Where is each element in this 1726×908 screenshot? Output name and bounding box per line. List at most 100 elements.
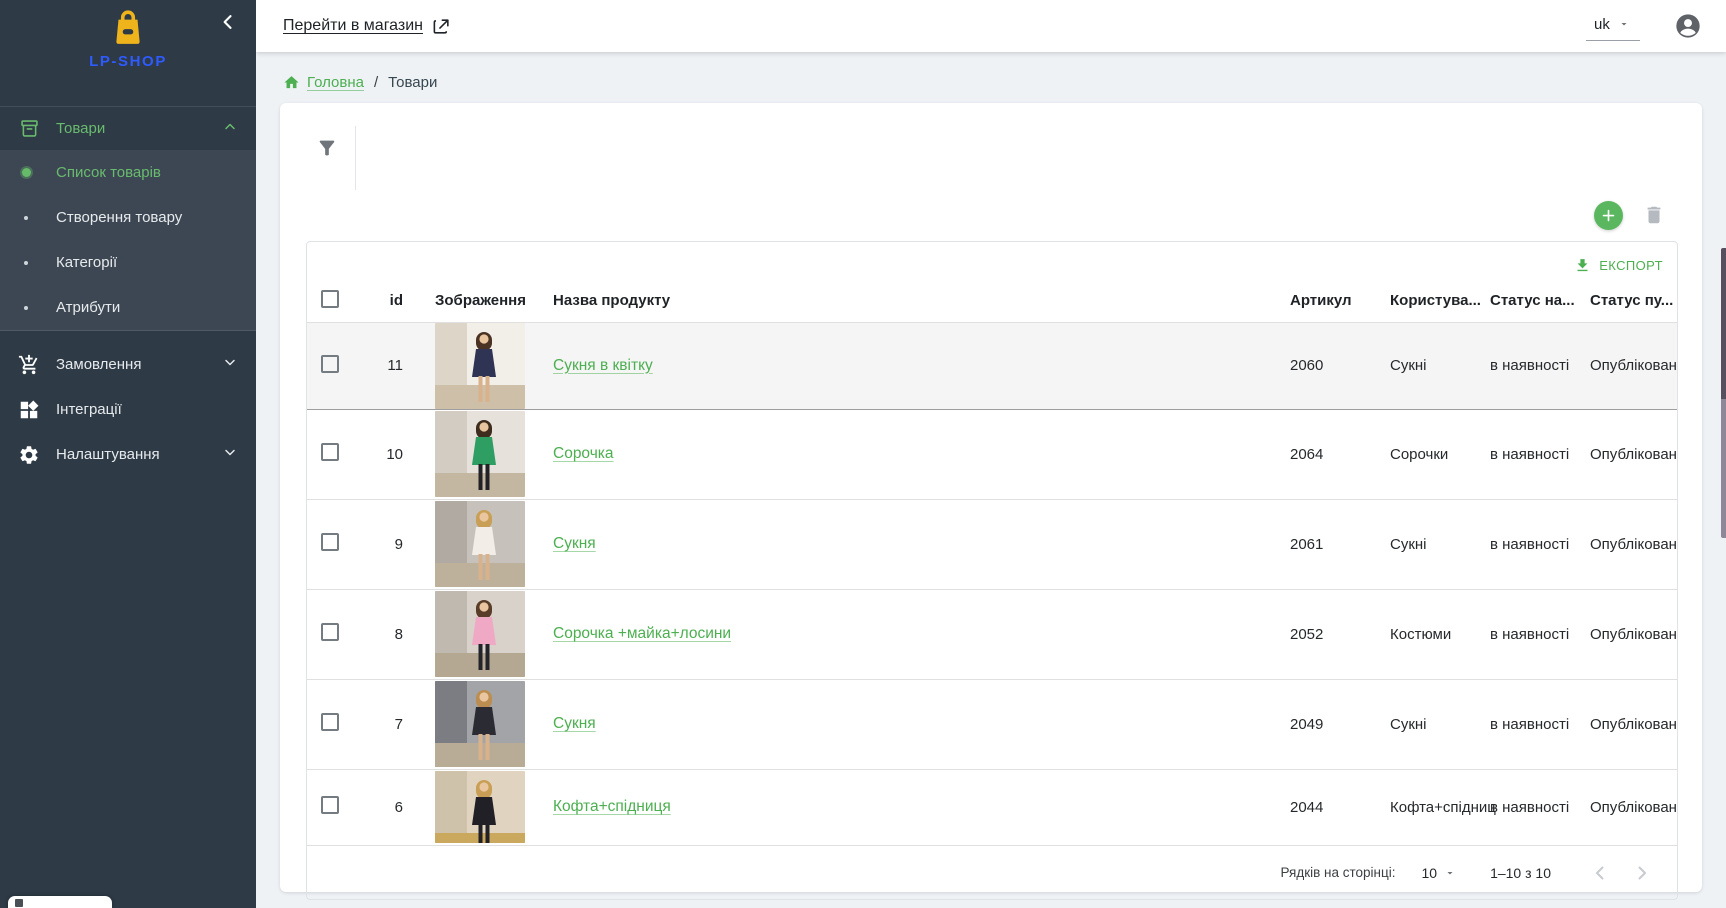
cell-id: 8 bbox=[357, 589, 419, 679]
breadcrumb: Головна / Товари bbox=[256, 52, 1726, 96]
cell-stock-status: в наявності bbox=[1490, 322, 1590, 409]
cell-publish-status: Опубліковано bbox=[1590, 769, 1678, 845]
product-photo[interactable] bbox=[435, 411, 525, 497]
product-name-link[interactable]: Сорочка bbox=[553, 445, 614, 462]
scrollbar-thumb[interactable] bbox=[1721, 248, 1726, 538]
sidebar-item-label: Список товарів bbox=[56, 164, 161, 181]
next-page-button[interactable] bbox=[1621, 861, 1663, 885]
prev-page-button[interactable] bbox=[1579, 861, 1621, 885]
delete-button[interactable] bbox=[1643, 204, 1665, 226]
product-photo[interactable] bbox=[435, 323, 525, 409]
row-checkbox[interactable] bbox=[321, 713, 339, 731]
cell-user-category: Костюми bbox=[1390, 589, 1490, 679]
account-circle-icon bbox=[1674, 12, 1702, 40]
export-button[interactable]: ЕКСПОРТ bbox=[1574, 257, 1663, 274]
breadcrumb-current: Товари bbox=[388, 74, 437, 91]
rows-per-page-value: 10 bbox=[1422, 865, 1438, 881]
language-select[interactable]: uk bbox=[1586, 12, 1640, 41]
shop-bag-logo-icon bbox=[109, 8, 147, 46]
logo-text: LP-SHOP bbox=[0, 53, 256, 70]
store-link[interactable]: Перейти в магазин bbox=[283, 17, 451, 36]
cell-publish-status: Опубліковано bbox=[1590, 409, 1678, 499]
external-link-icon bbox=[432, 17, 451, 36]
product-photo[interactable] bbox=[435, 681, 525, 767]
row-checkbox[interactable] bbox=[321, 443, 339, 461]
cell-stock-status: в наявності bbox=[1490, 589, 1590, 679]
sidebar-item-product-create[interactable]: Створення товару bbox=[0, 195, 256, 240]
product-name-link[interactable]: Кофта+спідниця bbox=[553, 798, 671, 815]
table-row[interactable]: 9 Сукня 2061 Сукні в наявності Опубліков… bbox=[307, 499, 1678, 589]
trash-icon bbox=[1643, 204, 1665, 226]
sidebar-item-label: Інтеграції bbox=[56, 401, 122, 418]
product-name-link[interactable]: Сукня в квітку bbox=[553, 357, 653, 374]
cart-plus-icon bbox=[18, 354, 40, 376]
sidebar-item-settings[interactable]: Налаштування bbox=[0, 432, 256, 477]
actions-row bbox=[280, 189, 1702, 241]
breadcrumb-home-link[interactable]: Головна bbox=[307, 74, 364, 91]
cell-publish-status: Опубліковано bbox=[1590, 499, 1678, 589]
product-name-link[interactable]: Сукня bbox=[553, 535, 596, 552]
dot-icon bbox=[21, 261, 31, 265]
table-row[interactable]: 7 Сукня 2049 Сукні в наявності Опубліков… bbox=[307, 679, 1678, 769]
table-row[interactable]: 10 Сорочка 2064 Сорочки в наявності Опуб… bbox=[307, 409, 1678, 499]
breadcrumb-separator: / bbox=[374, 74, 378, 91]
row-checkbox[interactable] bbox=[321, 355, 339, 373]
product-photo[interactable] bbox=[435, 771, 525, 843]
user-menu-button[interactable] bbox=[1674, 12, 1702, 40]
products-box-icon bbox=[18, 118, 40, 140]
filter-icon[interactable] bbox=[316, 137, 338, 162]
sidebar-item-label: Створення товару bbox=[56, 209, 182, 226]
row-checkbox[interactable] bbox=[321, 623, 339, 641]
caret-down-icon bbox=[1444, 867, 1456, 879]
sidebar-item-orders[interactable]: Замовлення bbox=[0, 342, 256, 387]
product-photo[interactable] bbox=[435, 501, 525, 587]
products-table: id Зображення Назва продукту Артикул Кор… bbox=[307, 280, 1678, 845]
sidebar-item-products[interactable]: Товари bbox=[0, 106, 256, 150]
dot-icon bbox=[21, 216, 31, 220]
app-root: LP-SHOP Товари Список товарів Ст bbox=[0, 0, 1726, 908]
plus-icon bbox=[1601, 208, 1616, 223]
row-checkbox[interactable] bbox=[321, 796, 339, 814]
rows-per-page-select[interactable]: 10 bbox=[1422, 865, 1457, 881]
sidebar-collapse-button[interactable] bbox=[214, 8, 242, 39]
table-row[interactable]: 11 Сукня в квітку 2060 Сукні в наявності… bbox=[307, 322, 1678, 409]
language-value: uk bbox=[1594, 16, 1610, 33]
sidebar: LP-SHOP Товари Список товарів Ст bbox=[0, 0, 256, 908]
table-row[interactable]: 6 Кофта+спідниця 2044 Кофта+спідниц в на… bbox=[307, 769, 1678, 845]
table-header-row: id Зображення Назва продукту Артикул Кор… bbox=[307, 280, 1678, 322]
chevron-down-icon bbox=[222, 444, 238, 465]
store-link-label: Перейти в магазин bbox=[283, 17, 423, 35]
cell-stock-status: в наявності bbox=[1490, 769, 1590, 845]
sidebar-item-product-list[interactable]: Список товарів bbox=[0, 150, 256, 195]
add-product-button[interactable] bbox=[1594, 201, 1623, 230]
row-checkbox[interactable] bbox=[321, 533, 339, 551]
active-dot-icon bbox=[21, 168, 31, 177]
select-all-checkbox[interactable] bbox=[321, 290, 339, 308]
product-photo[interactable] bbox=[435, 591, 525, 677]
sidebar-item-attributes[interactable]: Атрибути bbox=[0, 285, 256, 330]
product-name-link[interactable]: Сукня bbox=[553, 715, 596, 732]
product-name-link[interactable]: Сорочка +майка+лосини bbox=[553, 625, 731, 642]
gear-icon bbox=[18, 444, 40, 466]
sidebar-nav: Товари Список товарів Створення товару К… bbox=[0, 106, 256, 477]
header-stock: Статус на... bbox=[1490, 280, 1590, 322]
chevron-left-icon bbox=[218, 12, 238, 32]
dot-icon bbox=[21, 306, 31, 310]
products-card: ЕКСПОРТ id Зображення Назва продукту bbox=[280, 103, 1702, 892]
cell-id: 6 bbox=[357, 769, 419, 845]
product-table-body: 11 Сукня в квітку 2060 Сукні в наявності… bbox=[307, 322, 1678, 845]
topbar: Перейти в магазин uk bbox=[256, 0, 1726, 52]
table-row[interactable]: 8 Сорочка +майка+лосини 2052 Костюми в н… bbox=[307, 589, 1678, 679]
cell-publish-status: Опубліковано bbox=[1590, 322, 1678, 409]
sidebar-item-label: Атрибути bbox=[56, 299, 120, 316]
sidebar-item-integrations[interactable]: Інтеграції bbox=[0, 387, 256, 432]
pagination-bar: Рядків на сторінці: 10 1–10 з 10 bbox=[307, 845, 1677, 899]
cell-sku: 2052 bbox=[1290, 589, 1390, 679]
sidebar-item-categories[interactable]: Категорії bbox=[0, 240, 256, 285]
bottom-peek-panel[interactable] bbox=[8, 896, 112, 908]
cell-sku: 2060 bbox=[1290, 322, 1390, 409]
widgets-icon bbox=[18, 399, 40, 421]
header-publish: Статус пу... bbox=[1590, 280, 1678, 322]
chevron-right-icon bbox=[1630, 861, 1654, 885]
main-content: Головна / Товари bbox=[256, 52, 1726, 908]
